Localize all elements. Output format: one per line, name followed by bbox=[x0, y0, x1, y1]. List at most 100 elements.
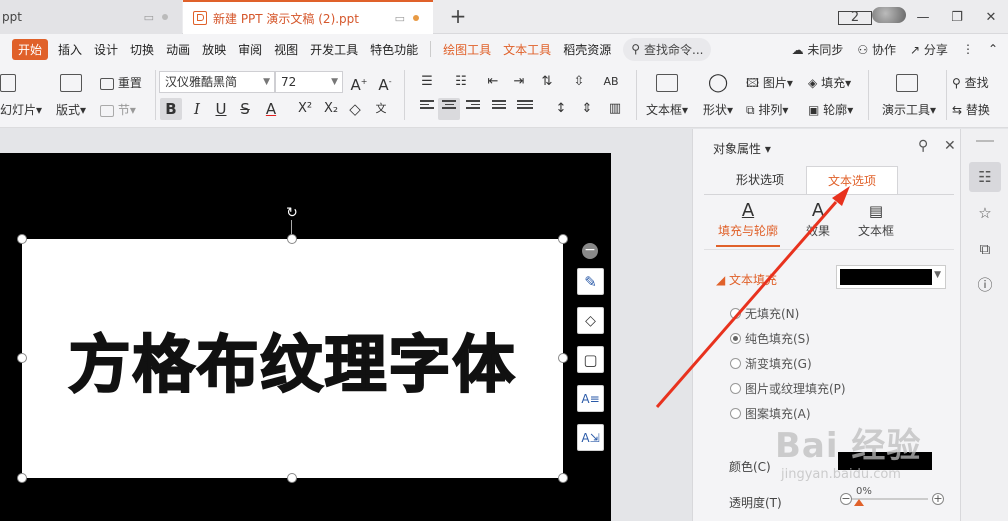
subtab-textbox[interactable]: ▤ 文本框 bbox=[856, 200, 896, 239]
section-button[interactable]: 节▾ bbox=[100, 101, 136, 118]
arrange-button[interactable]: ⧉ 排列▾ bbox=[746, 101, 788, 118]
menu-transition[interactable]: 切换 bbox=[124, 41, 160, 58]
line-spacing-icon[interactable]: ↕ bbox=[550, 98, 572, 120]
menu-slideshow[interactable]: 放映 bbox=[196, 41, 232, 58]
float-style-button[interactable]: ✎ bbox=[577, 268, 604, 295]
resize-handle[interactable] bbox=[17, 353, 27, 363]
menu-view[interactable]: 视图 bbox=[268, 41, 304, 58]
subscript-icon[interactable]: X₂ bbox=[320, 98, 342, 120]
picture-button[interactable]: 🖾 图片▾ bbox=[746, 74, 793, 95]
new-slide-icon[interactable] bbox=[0, 74, 16, 92]
italic-icon[interactable]: I bbox=[186, 98, 208, 120]
help-icon[interactable]: ⓘ bbox=[974, 274, 996, 296]
bold-icon[interactable]: B bbox=[160, 98, 182, 120]
menu-design[interactable]: 设计 bbox=[88, 41, 124, 58]
paragraph-spacing-icon[interactable]: ⇕ bbox=[576, 98, 598, 120]
justify-icon[interactable] bbox=[488, 98, 510, 120]
shape-button[interactable]: 形状▾ bbox=[703, 101, 733, 118]
menu-start[interactable]: 开始 bbox=[12, 38, 49, 60]
avatar[interactable] bbox=[872, 7, 906, 27]
textbox-icon[interactable] bbox=[656, 74, 678, 92]
phonetic-icon[interactable]: 文 bbox=[370, 98, 392, 120]
align-left-icon[interactable] bbox=[416, 98, 438, 120]
font-name-select[interactable]: 汉仪雅酷黑简 ▼ bbox=[159, 71, 275, 93]
float-text-effect-button[interactable]: A⇲ bbox=[577, 424, 604, 451]
strikethrough-icon[interactable]: S bbox=[234, 98, 256, 120]
menu-developer[interactable]: 开发工具 bbox=[304, 41, 364, 58]
radio-gradient-fill[interactable]: 渐变填充(G) bbox=[730, 355, 812, 372]
tab-text-options[interactable]: 文本选项 bbox=[806, 166, 898, 194]
resize-handle[interactable] bbox=[558, 234, 568, 244]
align-center-icon[interactable] bbox=[438, 98, 460, 120]
bullets-icon[interactable]: ☰ bbox=[416, 71, 438, 93]
presentation-tools-icon[interactable] bbox=[896, 74, 918, 92]
align-text-icon[interactable]: ⇳ bbox=[568, 71, 590, 93]
resize-handle[interactable] bbox=[17, 234, 27, 244]
distribute-icon[interactable] bbox=[514, 98, 536, 120]
resize-handle[interactable] bbox=[558, 353, 568, 363]
menu-text-tools[interactable]: 文本工具 bbox=[497, 41, 557, 58]
columns-icon[interactable]: ▥ bbox=[604, 98, 626, 120]
search-command[interactable]: ⚲ 查找命令... bbox=[623, 37, 712, 61]
text-fill-color-select[interactable]: ▼ bbox=[836, 265, 946, 289]
decrease-indent-icon[interactable]: ⇤ bbox=[482, 71, 504, 93]
text-direction-icon[interactable]: ⇅ bbox=[536, 71, 558, 93]
underline-icon[interactable]: U bbox=[210, 98, 232, 120]
menu-review[interactable]: 审阅 bbox=[232, 41, 268, 58]
menu-animation[interactable]: 动画 bbox=[160, 41, 196, 58]
resize-handle[interactable] bbox=[558, 473, 568, 483]
slide-title-text[interactable]: 方格布纹理字体 bbox=[22, 239, 563, 478]
tab-new-ppt[interactable]: 新建 PPT 演示文稿 (2).ppt ▭ bbox=[183, 0, 433, 34]
radio-solid-fill[interactable]: 纯色填充(S) bbox=[730, 330, 810, 347]
menu-special[interactable]: 特色功能 bbox=[364, 41, 424, 58]
shape-icon[interactable]: ◯ bbox=[708, 72, 728, 93]
subtab-fill-outline[interactable]: A 填充与轮廓 bbox=[716, 200, 780, 239]
superscript-icon[interactable]: X² bbox=[294, 98, 316, 120]
menu-docer[interactable]: 稻壳资源 bbox=[557, 41, 617, 58]
close-pane-icon[interactable]: ✕ bbox=[944, 138, 956, 154]
convert-to-smartart-icon[interactable]: AB bbox=[600, 71, 622, 93]
collapse-ribbon-icon[interactable]: ⌃ bbox=[988, 42, 998, 56]
pin-icon[interactable]: ⚲ bbox=[918, 138, 928, 154]
fill-button[interactable]: ◈ 填充▾ bbox=[808, 74, 851, 91]
numbering-icon[interactable]: ☷ bbox=[450, 71, 472, 93]
float-text-style-button[interactable]: A≡ bbox=[577, 385, 604, 412]
grow-font-icon[interactable]: A+ bbox=[348, 71, 370, 94]
outline-button[interactable]: ▣ 轮廓▾ bbox=[808, 101, 853, 118]
tab-shape-options[interactable]: 形状选项 bbox=[736, 166, 784, 194]
window-count-badge[interactable]: 2 bbox=[838, 10, 872, 25]
sync-button[interactable]: ☁ 未同步 bbox=[792, 41, 844, 58]
close-window-icon[interactable]: ✕ bbox=[974, 10, 1008, 25]
align-right-icon[interactable] bbox=[462, 98, 484, 120]
layout-button[interactable]: 版式▾ bbox=[56, 101, 86, 118]
clear-format-icon[interactable]: ◇ bbox=[344, 98, 366, 120]
float-fill-button[interactable]: ◇ bbox=[577, 307, 604, 334]
increase-indent-icon[interactable]: ⇥ bbox=[508, 71, 530, 93]
resize-handle[interactable] bbox=[287, 473, 297, 483]
new-slide-button[interactable]: 幻灯片▾ bbox=[0, 101, 42, 118]
radio-picture-texture-fill[interactable]: 图片或纹理填充(P) bbox=[730, 380, 846, 397]
float-outline-button[interactable]: ▢ bbox=[577, 346, 604, 373]
menu-drawing-tools[interactable]: 绘图工具 bbox=[437, 41, 497, 58]
font-size-select[interactable]: 72 ▼ bbox=[275, 71, 343, 93]
presentation-tools-button[interactable]: 演示工具▾ bbox=[882, 101, 936, 118]
more-icon[interactable]: ⋮ bbox=[962, 42, 974, 56]
copy-icon[interactable]: ⧉ bbox=[974, 238, 996, 260]
new-tab-button[interactable]: + bbox=[446, 4, 470, 28]
collapse-float-icon[interactable]: − bbox=[582, 243, 598, 259]
shrink-font-icon[interactable]: A- bbox=[374, 71, 396, 94]
properties-icon[interactable]: ☷ bbox=[974, 166, 996, 188]
resize-handle[interactable] bbox=[287, 234, 297, 244]
subtab-effect[interactable]: A 效果 bbox=[800, 200, 836, 239]
minimize-icon[interactable]: — bbox=[906, 10, 940, 25]
section-text-fill[interactable]: ◢ 文本填充 bbox=[716, 271, 777, 288]
menu-insert[interactable]: 插入 bbox=[52, 41, 88, 58]
font-color-icon[interactable]: A bbox=[260, 98, 282, 120]
pane-title[interactable]: 对象属性 ▾ bbox=[713, 140, 771, 157]
textbox-button[interactable]: 文本框▾ bbox=[646, 101, 688, 118]
collab-button[interactable]: ⚇ 协作 bbox=[857, 41, 896, 58]
share-button[interactable]: ↗ 分享 bbox=[910, 41, 948, 58]
tab-ppt[interactable]: ppt ▭ bbox=[0, 0, 182, 34]
find-button[interactable]: ⚲ 查找 bbox=[952, 74, 989, 91]
replace-button[interactable]: ⇆ 替换 bbox=[952, 101, 990, 118]
